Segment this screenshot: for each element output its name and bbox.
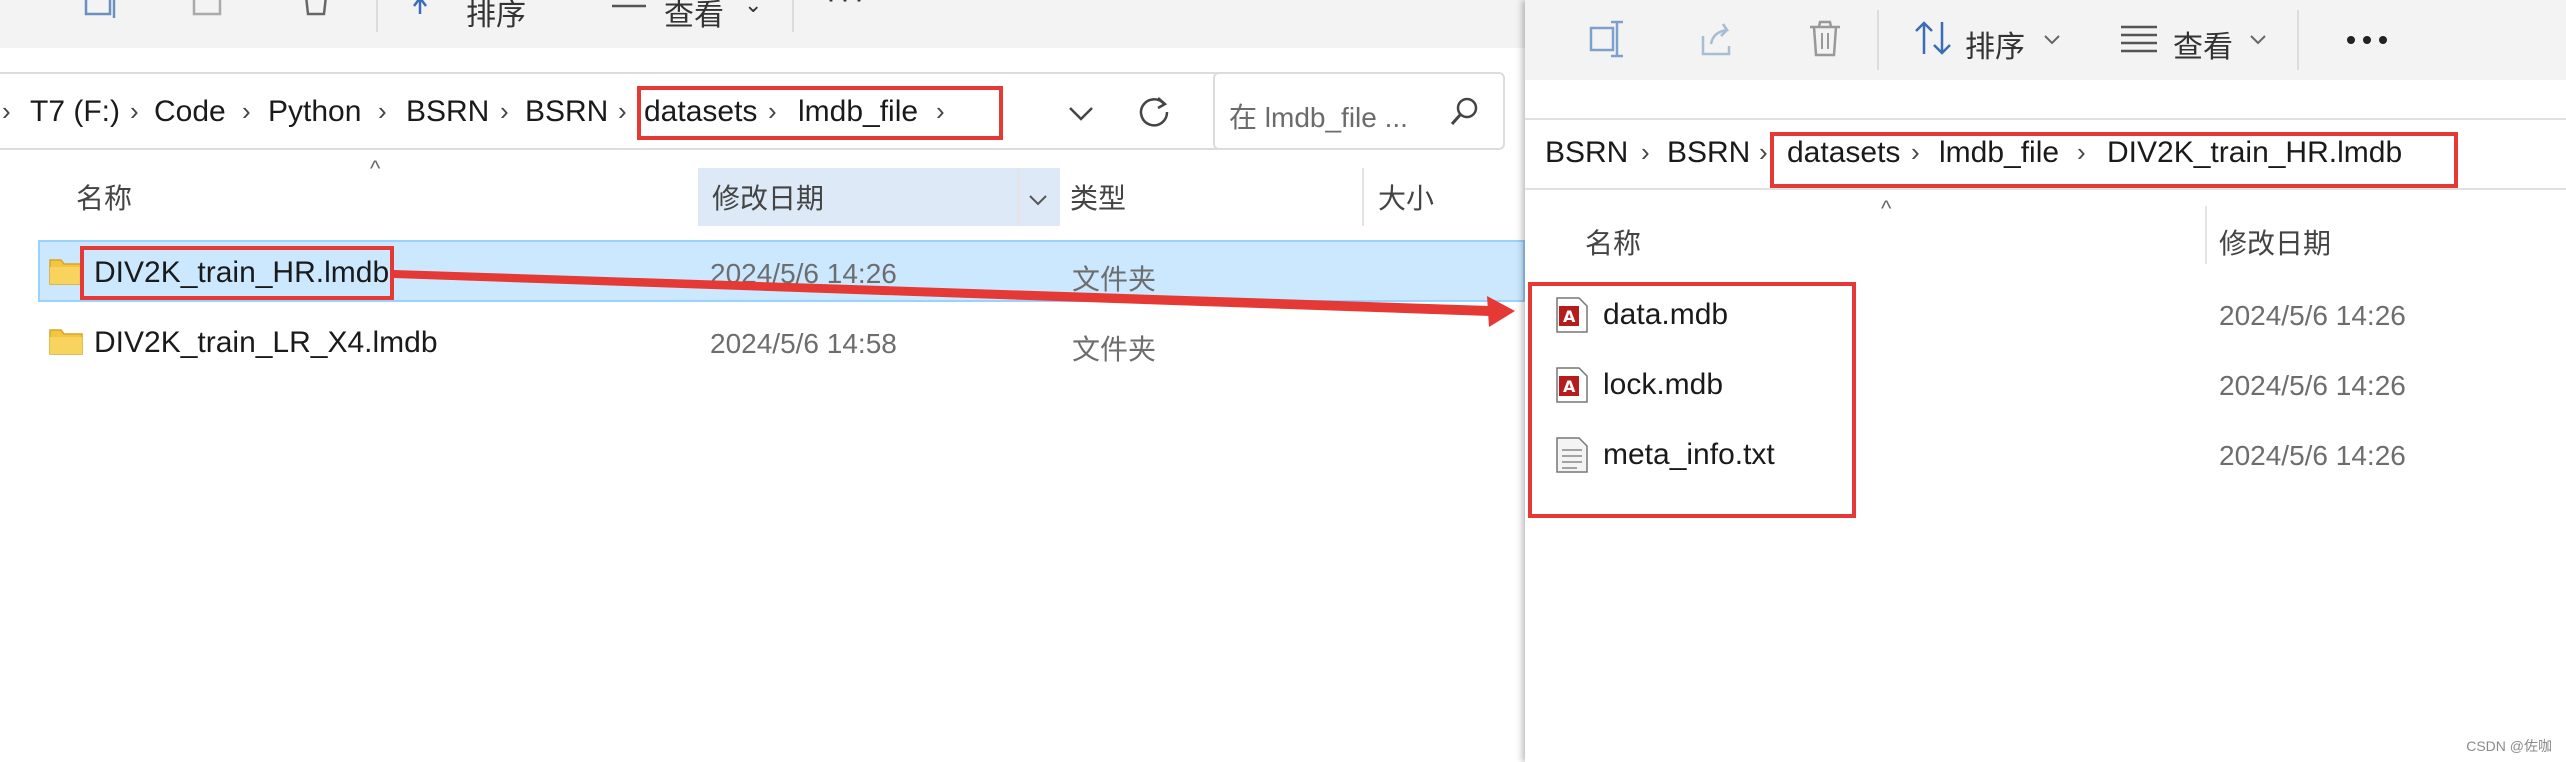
annotation-arrow <box>394 270 1515 327</box>
